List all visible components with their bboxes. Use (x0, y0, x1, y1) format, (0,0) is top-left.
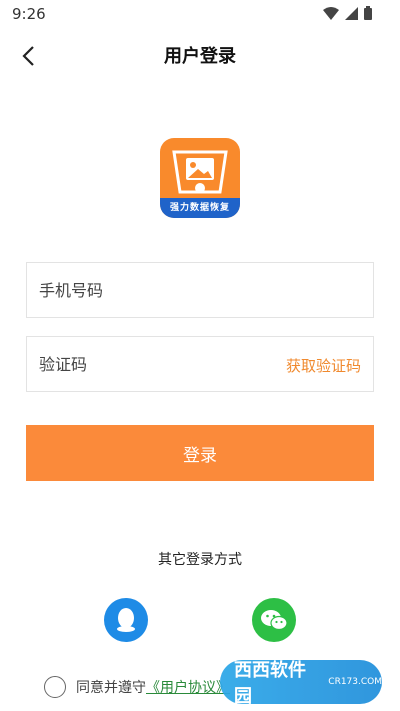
code-field: 获取验证码 (26, 336, 374, 392)
qq-icon (117, 608, 135, 632)
watermark-domain: CR173.COM (328, 677, 382, 687)
wechat-icon (261, 610, 288, 631)
signal-icon (345, 6, 358, 20)
status-time: 9:26 (12, 5, 46, 23)
battery-icon (364, 6, 372, 20)
status-bar: 9:26 (0, 0, 400, 28)
agreement-checkbox[interactable] (44, 676, 66, 698)
agreement-row: 同意并遵守 《用户协议》 (44, 676, 230, 698)
user-agreement-link[interactable]: 《用户协议》 (146, 677, 230, 697)
login-button[interactable]: 登录 (26, 425, 374, 481)
other-login-title: 其它登录方式 (158, 552, 242, 568)
wifi-icon (323, 6, 339, 20)
phone-input[interactable] (39, 263, 279, 317)
get-code-button[interactable]: 获取验证码 (286, 355, 361, 376)
watermark-logo: 西西软件园 CR173.COM (220, 660, 382, 707)
logo-caption: 强力数据恢复 (160, 198, 240, 218)
recovery-logo-icon (172, 150, 228, 194)
app-logo: 强力数据恢复 (160, 138, 240, 218)
verification-code-input[interactable] (39, 337, 279, 391)
page-title: 用户登录 (164, 46, 236, 67)
qq-login-button[interactable] (104, 598, 148, 642)
status-icons (323, 6, 372, 20)
watermark-name: 西西软件园 (234, 660, 306, 707)
wechat-login-button[interactable] (252, 598, 296, 642)
agreement-text: 同意并遵守 (76, 680, 146, 696)
phone-field (26, 262, 374, 318)
nav-bar: 用户登录 (0, 30, 400, 80)
